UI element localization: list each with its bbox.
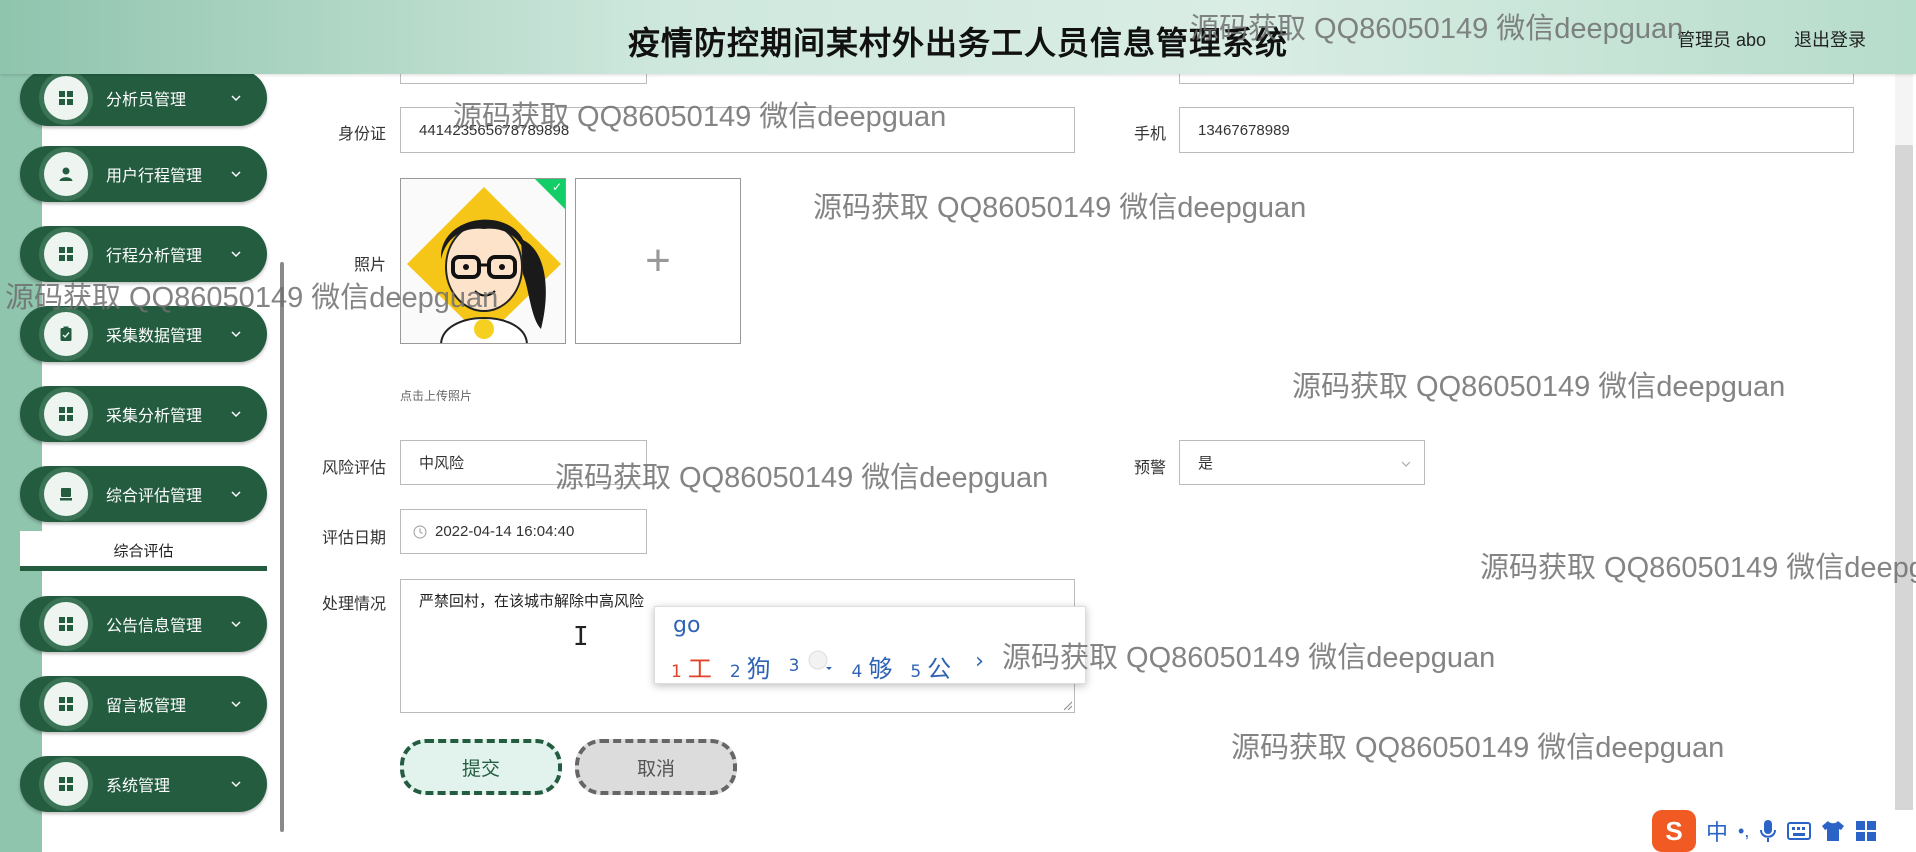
sidebar-item-label: 公告信息管理 bbox=[106, 616, 203, 635]
ime-candidate-list: 1工 2狗 3 4够 5公 › bbox=[671, 649, 984, 684]
user-label[interactable]: 管理员 abo bbox=[1677, 26, 1766, 52]
page-title: 疫情防控期间某村外出务工人员信息管理系统 bbox=[627, 24, 1288, 62]
sidebar-item-label: 采集分析管理 bbox=[106, 406, 203, 425]
chevron-down-icon bbox=[231, 171, 241, 178]
keyboard-icon[interactable] bbox=[1787, 821, 1812, 841]
cancel-button[interactable]: 取消 bbox=[575, 739, 737, 795]
chevron-down-icon bbox=[231, 701, 241, 708]
ime-candidate[interactable]: 5公 bbox=[910, 649, 951, 684]
clock-icon bbox=[413, 524, 427, 539]
sidebar-item-notice[interactable]: 公告信息管理 bbox=[20, 596, 267, 652]
sidebar-item-message-board[interactable]: 留言板管理 bbox=[20, 676, 267, 732]
upload-add-button[interactable]: + bbox=[575, 178, 741, 344]
phone-input[interactable]: 13467678989 bbox=[1179, 107, 1854, 153]
ime-candidate[interactable]: 3 bbox=[789, 649, 834, 684]
chevron-down-icon bbox=[231, 95, 241, 102]
sidebar-item-label: 行程分析管理 bbox=[106, 246, 203, 265]
microphone-icon[interactable] bbox=[1759, 819, 1777, 843]
ime-toolbar: S 中 •, bbox=[1646, 810, 1916, 852]
ime-candidate[interactable]: 4够 bbox=[851, 649, 892, 684]
sidebar-item-label: 采集数据管理 bbox=[106, 326, 203, 345]
chevron-down-icon bbox=[231, 411, 241, 418]
sidebar-item-label: 用户行程管理 bbox=[106, 166, 203, 185]
chevron-down-icon bbox=[231, 331, 241, 338]
sidebar-item-user-trip[interactable]: 用户行程管理 bbox=[20, 146, 267, 202]
id-card-label: 身份证 bbox=[337, 124, 386, 143]
sidebar-item-collect-analysis[interactable]: 采集分析管理 bbox=[20, 386, 267, 442]
partial-input-field[interactable] bbox=[1179, 74, 1854, 84]
grid-icon bbox=[44, 602, 88, 646]
sidebar-item-trip-analysis[interactable]: 行程分析管理 bbox=[20, 226, 267, 282]
resize-handle-icon[interactable] bbox=[1062, 700, 1072, 710]
ime-language-toggle[interactable]: 中 bbox=[1706, 815, 1728, 847]
ime-candidate-popup: go 1工 2狗 3 4够 5公 › bbox=[654, 606, 1086, 684]
sidebar-item-analyst[interactable]: 分析员管理 bbox=[20, 70, 267, 126]
check-icon: ✓ bbox=[551, 180, 562, 194]
logout-link[interactable]: 退出登录 bbox=[1794, 26, 1866, 52]
date-value: 2022-04-14 16:04:40 bbox=[435, 523, 575, 540]
partial-input-field[interactable] bbox=[400, 74, 647, 84]
ime-candidate[interactable]: 1工 bbox=[671, 649, 712, 684]
user-area: 管理员 abo 退出登录 bbox=[1677, 26, 1866, 52]
phone-label: 手机 bbox=[1133, 124, 1166, 143]
toolbox-grid-icon[interactable] bbox=[1855, 820, 1877, 842]
photo-label: 照片 bbox=[353, 255, 386, 274]
grid-icon bbox=[44, 762, 88, 806]
handling-label: 处理情况 bbox=[321, 594, 386, 613]
sidebar-scrollbar[interactable] bbox=[280, 262, 284, 832]
chevron-down-icon bbox=[1401, 461, 1411, 467]
risk-input[interactable]: 中风险 bbox=[400, 440, 647, 485]
warning-select-value: 是 bbox=[1198, 455, 1214, 472]
person-icon bbox=[44, 152, 88, 196]
warning-label: 预警 bbox=[1133, 458, 1166, 477]
skin-shirt-icon[interactable] bbox=[1821, 820, 1845, 842]
ime-punctuation-toggle[interactable]: •, bbox=[1738, 821, 1749, 842]
date-picker-input[interactable]: 2022-04-14 16:04:40 bbox=[400, 509, 647, 554]
id-card-input[interactable]: 441423565678789898 bbox=[400, 107, 1075, 153]
grid-icon bbox=[44, 392, 88, 436]
chevron-down-icon bbox=[231, 781, 241, 788]
sidebar-item-label: 分析员管理 bbox=[106, 90, 187, 109]
upload-hint: 点击上传照片 bbox=[400, 389, 473, 403]
chevron-down-icon bbox=[231, 621, 241, 628]
chevron-down-icon bbox=[231, 491, 241, 498]
risk-label: 风险评估 bbox=[321, 458, 386, 477]
sidebar-item-collect-data[interactable]: 采集数据管理 bbox=[20, 306, 267, 362]
sogou-logo-icon[interactable]: S bbox=[1652, 810, 1696, 852]
emoji-candidate-icon bbox=[808, 650, 833, 670]
grid-icon bbox=[44, 232, 88, 276]
submit-button[interactable]: 提交 bbox=[400, 739, 562, 795]
chevron-down-icon bbox=[231, 251, 241, 258]
document-icon bbox=[44, 472, 88, 516]
ime-next-page-button[interactable]: › bbox=[975, 649, 984, 684]
sidebar-item-label: 系统管理 bbox=[106, 776, 171, 795]
date-label: 评估日期 bbox=[321, 528, 386, 547]
top-header: 疫情防控期间某村外出务工人员信息管理系统 管理员 abo 退出登录 bbox=[0, 0, 1916, 74]
grid-icon bbox=[44, 682, 88, 726]
sidebar-submenu-evaluation[interactable]: 综合评估 bbox=[20, 531, 267, 571]
sidebar-item-system[interactable]: 系统管理 bbox=[20, 756, 267, 812]
sidebar: 分析员管理 用户行程管理 行程分析管理 采集数据管理 采集分析管理 综合评估管理… bbox=[0, 70, 280, 852]
ime-input-text: go bbox=[673, 613, 701, 638]
sidebar-item-evaluation[interactable]: 综合评估管理 bbox=[20, 466, 267, 522]
clipboard-icon bbox=[44, 312, 88, 356]
uploaded-photo[interactable]: ✓ bbox=[400, 178, 566, 344]
sidebar-item-label: 留言板管理 bbox=[106, 696, 187, 715]
ime-candidate[interactable]: 2狗 bbox=[730, 649, 771, 684]
sidebar-item-label: 综合评估管理 bbox=[106, 486, 203, 505]
handling-text: 严禁回村，在该城市解除中高风险 bbox=[419, 592, 645, 610]
main-scrollbar-thumb[interactable] bbox=[1895, 145, 1913, 835]
grid-icon bbox=[44, 76, 88, 120]
text-cursor-icon: I bbox=[573, 622, 589, 652]
warning-select[interactable]: 是 bbox=[1179, 440, 1425, 485]
